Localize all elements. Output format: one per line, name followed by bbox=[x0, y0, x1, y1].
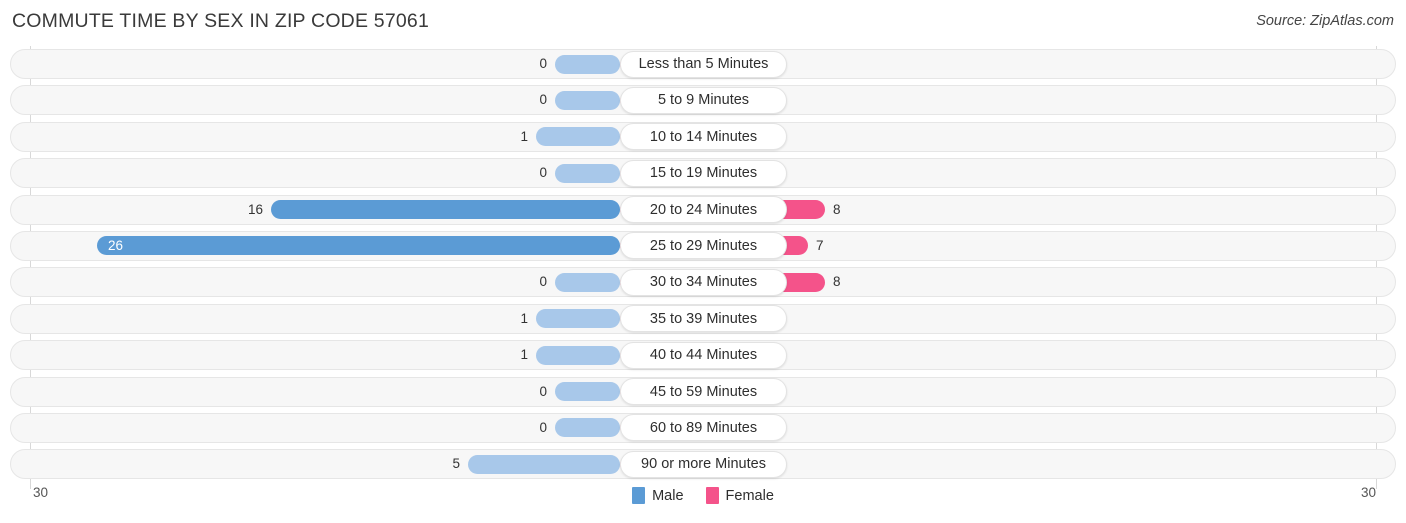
table-row: 0045 to 59 Minutes bbox=[0, 374, 1406, 410]
bar-value-male: 16 bbox=[247, 201, 263, 217]
category-label-pill[interactable]: Less than 5 Minutes bbox=[620, 50, 787, 78]
bar-value-male: 26 bbox=[108, 238, 124, 254]
table-row: 0060 to 89 Minutes bbox=[0, 410, 1406, 446]
category-label-pill[interactable]: 40 to 44 Minutes bbox=[620, 341, 787, 369]
bar-male[interactable]: 26 bbox=[97, 236, 620, 256]
category-label-pill[interactable]: 30 to 34 Minutes bbox=[620, 268, 787, 296]
bar-rows-container: 00Less than 5 Minutes005 to 9 Minutes101… bbox=[0, 46, 1406, 483]
chart-root: COMMUTE TIME BY SEX IN ZIP CODE 57061 So… bbox=[0, 0, 1406, 523]
category-label-pill[interactable]: 20 to 24 Minutes bbox=[620, 196, 787, 224]
bar-male[interactable] bbox=[555, 272, 620, 292]
category-label-pill[interactable]: 15 to 19 Minutes bbox=[620, 159, 787, 187]
category-label-pill[interactable]: 60 to 89 Minutes bbox=[620, 414, 787, 442]
bar-male[interactable] bbox=[468, 454, 620, 474]
chart-plot-area: 00Less than 5 Minutes005 to 9 Minutes101… bbox=[0, 46, 1406, 489]
table-row: 0 8 30 to 34 Minutes bbox=[0, 264, 1406, 300]
bar-value-male: 0 bbox=[539, 92, 547, 108]
category-label-pill[interactable]: 5 to 9 Minutes bbox=[620, 86, 787, 114]
bar-value-male: 0 bbox=[539, 274, 547, 290]
bar-male[interactable] bbox=[555, 90, 620, 110]
table-row: 1010 to 14 Minutes bbox=[0, 119, 1406, 155]
chart-legend: Male Female bbox=[0, 487, 1406, 504]
bar-male[interactable] bbox=[536, 309, 620, 329]
table-row: 005 to 9 Minutes bbox=[0, 82, 1406, 118]
bar-male[interactable] bbox=[536, 127, 620, 147]
category-label-pill[interactable]: 90 or more Minutes bbox=[620, 450, 787, 478]
legend-label-male: Male bbox=[652, 487, 684, 504]
table-row: 00Less than 5 Minutes bbox=[0, 46, 1406, 82]
bar-value-female: 7 bbox=[816, 237, 824, 253]
chart-footer: 30 30 Male Female bbox=[0, 483, 1406, 523]
table-row: 1035 to 39 Minutes bbox=[0, 301, 1406, 337]
chart-header: COMMUTE TIME BY SEX IN ZIP CODE 57061 So… bbox=[0, 0, 1406, 46]
bar-value-female: 8 bbox=[833, 201, 841, 217]
table-row: 16 8 20 to 24 Minutes bbox=[0, 192, 1406, 228]
category-label-pill[interactable]: 45 to 59 Minutes bbox=[620, 378, 787, 406]
bar-value-male: 1 bbox=[520, 347, 528, 363]
bar-value-male: 5 bbox=[452, 456, 460, 472]
bar-value-male: 1 bbox=[520, 310, 528, 326]
legend-label-female: Female bbox=[725, 487, 774, 504]
category-label-pill[interactable]: 25 to 29 Minutes bbox=[620, 232, 787, 260]
bar-male[interactable] bbox=[555, 54, 620, 74]
category-label-pill[interactable]: 10 to 14 Minutes bbox=[620, 123, 787, 151]
bar-value-male: 1 bbox=[520, 128, 528, 144]
legend-item-female[interactable]: Female bbox=[705, 487, 774, 504]
bar-male[interactable] bbox=[555, 382, 620, 402]
table-row: 5090 or more Minutes bbox=[0, 446, 1406, 482]
source-attribution: Source: ZipAtlas.com bbox=[1256, 13, 1394, 29]
table-row: 26 7 25 to 29 Minutes bbox=[0, 228, 1406, 264]
bar-male[interactable] bbox=[271, 200, 620, 220]
bar-value-male: 0 bbox=[539, 165, 547, 181]
table-row: 0015 to 19 Minutes bbox=[0, 155, 1406, 191]
bar-male[interactable] bbox=[555, 418, 620, 438]
legend-swatch-female-icon bbox=[705, 487, 719, 504]
bar-value-male: 0 bbox=[539, 419, 547, 435]
bar-value-female: 8 bbox=[833, 274, 841, 290]
category-label-pill[interactable]: 35 to 39 Minutes bbox=[620, 305, 787, 333]
table-row: 1040 to 44 Minutes bbox=[0, 337, 1406, 373]
legend-item-male[interactable]: Male bbox=[632, 487, 684, 504]
bar-male[interactable] bbox=[536, 345, 620, 365]
bar-male[interactable] bbox=[555, 163, 620, 183]
legend-swatch-male-icon bbox=[632, 487, 646, 504]
page-title: COMMUTE TIME BY SEX IN ZIP CODE 57061 bbox=[12, 10, 430, 32]
bar-value-male: 0 bbox=[539, 383, 547, 399]
bar-value-male: 0 bbox=[539, 56, 547, 71]
